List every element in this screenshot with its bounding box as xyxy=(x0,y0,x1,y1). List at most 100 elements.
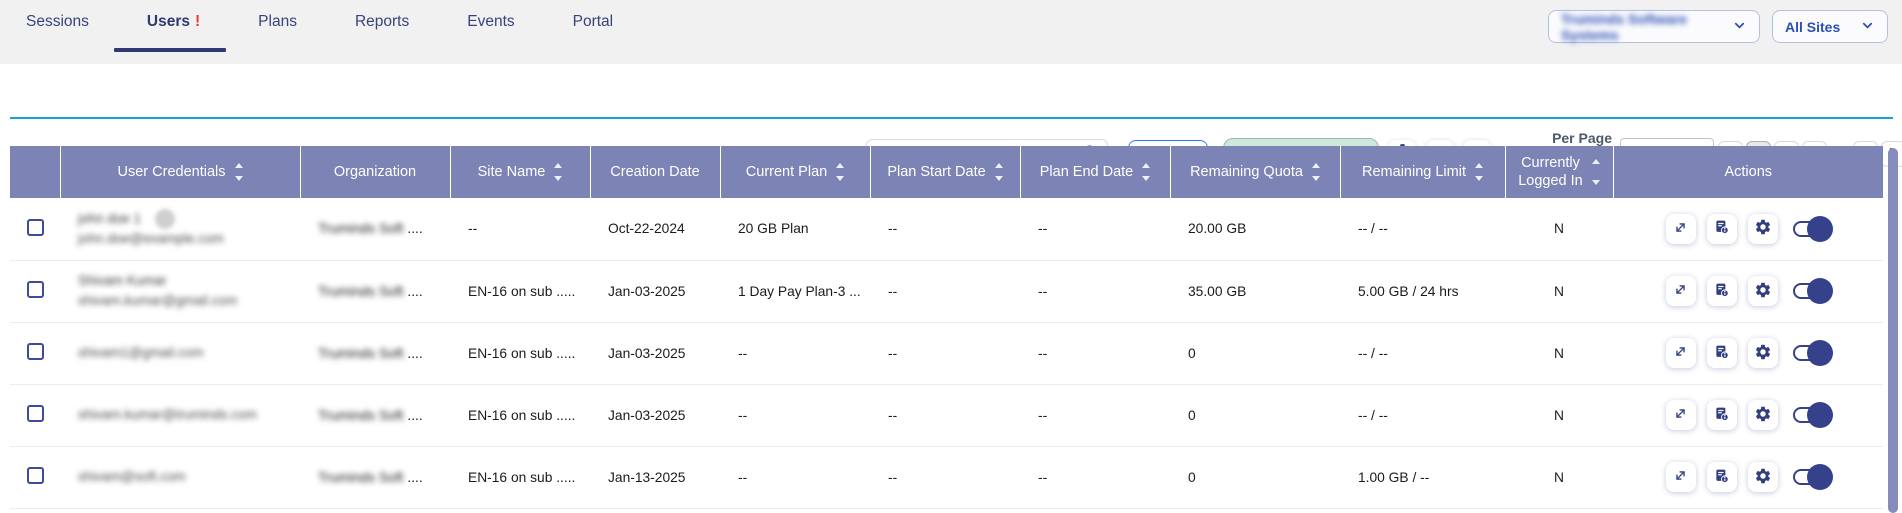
user-enabled-toggle[interactable] xyxy=(1793,221,1831,237)
sort-asc-icon[interactable] xyxy=(1592,159,1600,164)
sort-asc-icon[interactable] xyxy=(836,163,844,168)
user-credentials-cell: shivam1@gmail.com xyxy=(60,322,300,384)
sort-asc-icon[interactable] xyxy=(235,163,243,168)
table-scrollbar[interactable] xyxy=(1888,148,1898,513)
column-header-plan-end-date[interactable]: Plan End Date xyxy=(1020,146,1170,198)
sort-arrows-icon[interactable] xyxy=(1312,163,1320,181)
organization-selector-value: Truminds Software Systems xyxy=(1561,11,1732,43)
users-table: User CredentialsOrganizationSite NameCre… xyxy=(10,146,1883,509)
sort-arrows-icon[interactable] xyxy=(235,163,243,181)
column-header-remaining-limit[interactable]: Remaining Limit xyxy=(1340,146,1505,198)
expand-user-button[interactable] xyxy=(1666,276,1696,306)
organization-cell: Truminds Soft.... xyxy=(300,446,450,508)
sort-arrows-icon[interactable] xyxy=(995,163,1003,181)
organization-name: Truminds Soft xyxy=(318,346,403,361)
user-enabled-toggle[interactable] xyxy=(1793,407,1831,423)
user-settings-button[interactable] xyxy=(1748,400,1778,430)
remaining-limit-cell: 5.00 GB / 24 hrs xyxy=(1340,260,1505,322)
row-checkbox[interactable] xyxy=(27,281,44,298)
tab-users[interactable]: Users! xyxy=(143,13,204,31)
actions-cell xyxy=(1613,384,1883,446)
row-checkbox[interactable] xyxy=(27,405,44,422)
chevron-down-icon xyxy=(1732,18,1747,36)
organization-cell: Truminds Soft.... xyxy=(300,260,450,322)
column-header-user-credentials[interactable]: User Credentials xyxy=(60,146,300,198)
sort-arrows-icon[interactable] xyxy=(1475,163,1483,181)
user-credentials-cell: shivam.kumar@truminds.com xyxy=(60,384,300,446)
tab-events[interactable]: Events xyxy=(463,13,518,31)
sort-arrows-icon[interactable] xyxy=(1592,159,1600,185)
sort-desc-icon[interactable] xyxy=(836,176,844,181)
sort-desc-icon[interactable] xyxy=(1592,180,1600,185)
user-settings-button[interactable] xyxy=(1748,276,1778,306)
currently-logged-in-cell: N xyxy=(1505,384,1613,446)
table-row: john doe 1john.doe@example.com Truminds S… xyxy=(10,198,1883,260)
expand-user-button[interactable] xyxy=(1666,462,1696,492)
user-account-info-button[interactable] xyxy=(1707,276,1737,306)
user-credentials-cell: john doe 1john.doe@example.com xyxy=(60,198,300,260)
user-account-info-button[interactable] xyxy=(1707,462,1737,492)
column-header-label: Actions xyxy=(1724,164,1772,180)
user-settings-button[interactable] xyxy=(1748,214,1778,244)
account-info-icon xyxy=(1713,405,1731,426)
sort-asc-icon[interactable] xyxy=(1475,163,1483,168)
sort-asc-icon[interactable] xyxy=(995,163,1003,168)
sort-arrows-icon[interactable] xyxy=(554,163,562,181)
sort-desc-icon[interactable] xyxy=(995,176,1003,181)
toggle-knob xyxy=(1807,402,1833,428)
plan-start-date-cell: -- xyxy=(870,384,1020,446)
plan-start-date-cell: -- xyxy=(870,322,1020,384)
sort-arrows-icon[interactable] xyxy=(836,163,844,181)
user-account-info-button[interactable] xyxy=(1707,214,1737,244)
toggle-knob xyxy=(1807,464,1833,490)
row-checkbox-cell xyxy=(10,322,60,384)
user-enabled-toggle[interactable] xyxy=(1793,283,1831,299)
table-row: shivam.kumar@truminds.comTruminds Soft..… xyxy=(10,384,1883,446)
tab-plans[interactable]: Plans xyxy=(254,13,301,31)
column-header-label: User Credentials xyxy=(118,164,226,180)
sort-desc-icon[interactable] xyxy=(1312,176,1320,181)
remaining-quota-cell: 35.00 GB xyxy=(1170,260,1340,322)
column-header-current-plan[interactable]: Current Plan xyxy=(720,146,870,198)
organization-name: Truminds Soft xyxy=(318,221,403,236)
gear-icon xyxy=(1754,467,1772,488)
gear-icon xyxy=(1754,218,1772,239)
column-header-remaining-quota[interactable]: Remaining Quota xyxy=(1170,146,1340,198)
creation-date-cell: Jan-03-2025 xyxy=(590,260,720,322)
tab-reports[interactable]: Reports xyxy=(351,13,413,31)
user-settings-button[interactable] xyxy=(1748,462,1778,492)
remaining-limit-cell: -- / -- xyxy=(1340,198,1505,260)
sort-desc-icon[interactable] xyxy=(235,176,243,181)
row-checkbox[interactable] xyxy=(27,467,44,484)
tab-portal[interactable]: Portal xyxy=(569,13,618,31)
tab-sessions[interactable]: Sessions xyxy=(22,13,93,31)
tab-label: Portal xyxy=(573,13,614,30)
user-account-info-button[interactable] xyxy=(1707,338,1737,368)
remaining-limit-cell: 1.00 GB / -- xyxy=(1340,446,1505,508)
user-enabled-toggle[interactable] xyxy=(1793,469,1831,485)
sort-asc-icon[interactable] xyxy=(1142,163,1150,168)
sort-asc-icon[interactable] xyxy=(554,163,562,168)
row-checkbox[interactable] xyxy=(27,219,44,236)
user-email: shivam.kumar@gmail.com xyxy=(78,291,300,311)
column-header-site-name[interactable]: Site Name xyxy=(450,146,590,198)
sites-selector[interactable]: All Sites xyxy=(1772,10,1888,43)
sort-desc-icon[interactable] xyxy=(1475,176,1483,181)
expand-user-button[interactable] xyxy=(1666,400,1696,430)
user-enabled-toggle[interactable] xyxy=(1793,345,1831,361)
sort-desc-icon[interactable] xyxy=(554,176,562,181)
organization-selector[interactable]: Truminds Software Systems xyxy=(1548,10,1760,43)
account-info-icon xyxy=(1713,467,1731,488)
sort-desc-icon[interactable] xyxy=(1142,176,1150,181)
expand-user-button[interactable] xyxy=(1666,338,1696,368)
column-header-currently-logged-in[interactable]: CurrentlyLogged In xyxy=(1505,146,1613,198)
expand-icon xyxy=(1672,281,1689,301)
organization-suffix: .... xyxy=(407,284,422,299)
row-checkbox[interactable] xyxy=(27,343,44,360)
user-account-info-button[interactable] xyxy=(1707,400,1737,430)
column-header-plan-start-date[interactable]: Plan Start Date xyxy=(870,146,1020,198)
sort-asc-icon[interactable] xyxy=(1312,163,1320,168)
expand-user-button[interactable] xyxy=(1666,214,1696,244)
user-settings-button[interactable] xyxy=(1748,338,1778,368)
sort-arrows-icon[interactable] xyxy=(1142,163,1150,181)
